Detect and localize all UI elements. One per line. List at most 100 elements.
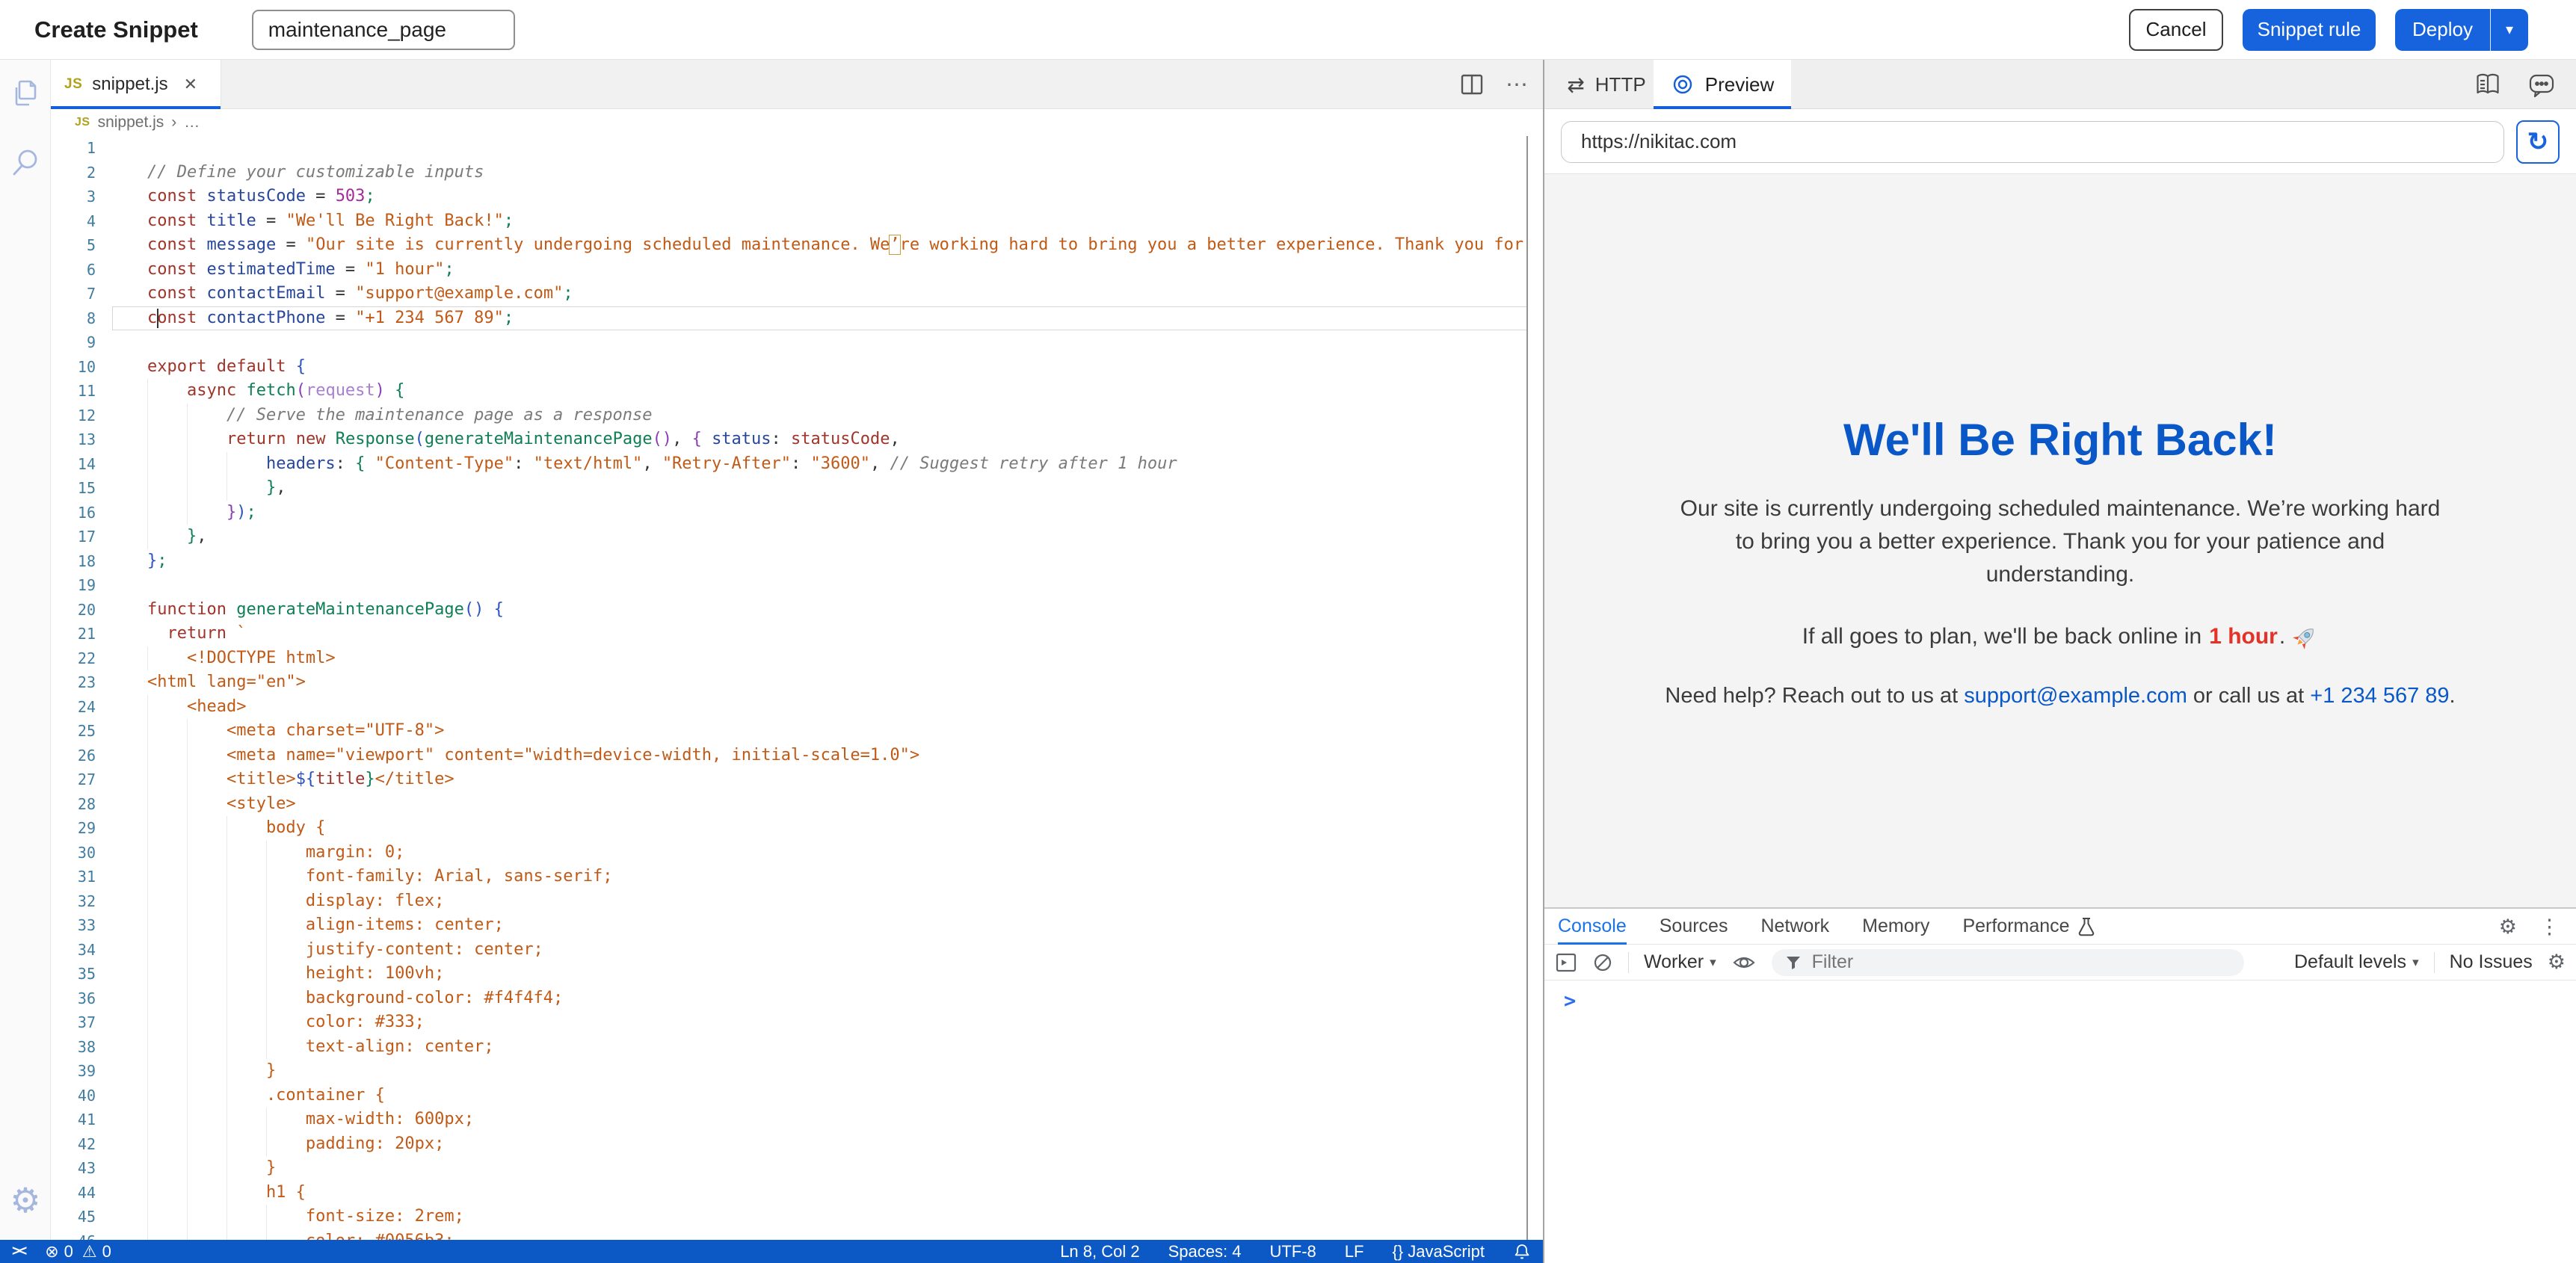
code-text[interactable]: } bbox=[112, 1059, 1528, 1084]
line-number[interactable]: 30 bbox=[51, 841, 112, 865]
line-number[interactable]: 19 bbox=[51, 573, 112, 598]
code-text[interactable]: }); bbox=[112, 501, 1528, 525]
cursor-position[interactable]: Ln 8, Col 2 bbox=[1060, 1242, 1139, 1262]
code-line-8[interactable]: 8const contactPhone = "+1 234 567 89"; bbox=[51, 306, 1528, 331]
code-line-14[interactable]: 14 headers: { "Content-Type": "text/html… bbox=[51, 452, 1528, 477]
code-line-28[interactable]: 28 <style> bbox=[51, 792, 1528, 817]
code-text[interactable]: margin: 0; bbox=[112, 841, 1528, 865]
code-text[interactable] bbox=[112, 136, 1528, 161]
breadcrumb-file[interactable]: snippet.js bbox=[98, 114, 164, 132]
code-text[interactable]: // Define your customizable inputs bbox=[112, 161, 1528, 185]
code-text[interactable]: const contactPhone = "+1 234 567 89"; bbox=[112, 306, 1528, 331]
line-number[interactable]: 43 bbox=[51, 1156, 112, 1181]
code-text[interactable]: .container { bbox=[112, 1084, 1528, 1108]
line-number[interactable]: 44 bbox=[51, 1181, 112, 1205]
code-text[interactable]: <style> bbox=[112, 792, 1528, 817]
line-number[interactable]: 22 bbox=[51, 646, 112, 671]
line-number[interactable]: 18 bbox=[51, 549, 112, 574]
code-line-18[interactable]: 18}; bbox=[51, 549, 1528, 574]
code-text[interactable]: <head> bbox=[112, 695, 1528, 720]
issues-counter[interactable]: No Issues bbox=[2450, 951, 2533, 973]
preview-url-input[interactable] bbox=[1561, 121, 2504, 163]
warnings-indicator[interactable]: ⚠ 0 bbox=[82, 1242, 111, 1262]
code-line-9[interactable]: 9 bbox=[51, 330, 1528, 355]
line-number[interactable]: 10 bbox=[51, 355, 112, 380]
code-line-33[interactable]: 33 align-items: center; bbox=[51, 913, 1528, 938]
code-line-24[interactable]: 24 <head> bbox=[51, 695, 1528, 720]
filter-input[interactable] bbox=[1812, 951, 2171, 973]
code-text[interactable]: max-width: 600px; bbox=[112, 1108, 1528, 1132]
line-number[interactable]: 20 bbox=[51, 598, 112, 623]
discord-chat-icon[interactable] bbox=[2527, 70, 2557, 99]
devtools-tab-network[interactable]: Network bbox=[1760, 909, 1829, 945]
code-text[interactable]: <!DOCTYPE html> bbox=[112, 646, 1528, 671]
tab-preview[interactable]: Preview bbox=[1654, 60, 1791, 109]
line-number[interactable]: 37 bbox=[51, 1010, 112, 1035]
line-number[interactable]: 45 bbox=[51, 1205, 112, 1229]
line-number[interactable]: 41 bbox=[51, 1108, 112, 1132]
breadcrumb[interactable]: JS snippet.js › … bbox=[51, 109, 1543, 136]
code-text[interactable]: const contactEmail = "support@example.co… bbox=[112, 282, 1528, 306]
devtools-tab-performance[interactable]: Performance bbox=[1962, 909, 2095, 945]
code-text[interactable]: // Serve the maintenance page as a respo… bbox=[112, 404, 1528, 428]
code-line-6[interactable]: 6const estimatedTime = "1 hour"; bbox=[51, 258, 1528, 282]
code-line-39[interactable]: 39 } bbox=[51, 1059, 1528, 1084]
kebab-menu-icon[interactable]: ⋮ bbox=[2539, 915, 2560, 939]
line-number[interactable]: 15 bbox=[51, 476, 112, 501]
code-line-19[interactable]: 19 bbox=[51, 573, 1528, 598]
code-text[interactable]: padding: 20px; bbox=[112, 1132, 1528, 1157]
console-output[interactable]: > bbox=[1544, 981, 2576, 1013]
code-text[interactable]: align-items: center; bbox=[112, 913, 1528, 938]
code-text[interactable]: color: #0056b3; bbox=[112, 1229, 1528, 1241]
breadcrumb-more[interactable]: … bbox=[184, 114, 200, 132]
code-text[interactable]: font-size: 2rem; bbox=[112, 1205, 1528, 1229]
devtools-tab-sources[interactable]: Sources bbox=[1660, 909, 1728, 945]
code-line-17[interactable]: 17 }, bbox=[51, 525, 1528, 549]
line-number[interactable]: 24 bbox=[51, 695, 112, 720]
code-line-34[interactable]: 34 justify-content: center; bbox=[51, 938, 1528, 963]
line-number[interactable]: 11 bbox=[51, 379, 112, 404]
line-number[interactable]: 42 bbox=[51, 1132, 112, 1157]
code-text[interactable]: background-color: #f4f4f4; bbox=[112, 986, 1528, 1011]
code-text[interactable]: async fetch(request) { bbox=[112, 379, 1528, 404]
code-line-38[interactable]: 38 text-align: center; bbox=[51, 1035, 1528, 1060]
encoding-setting[interactable]: UTF-8 bbox=[1269, 1242, 1316, 1262]
line-number[interactable]: 3 bbox=[51, 185, 112, 209]
code-line-36[interactable]: 36 background-color: #f4f4f4; bbox=[51, 986, 1528, 1011]
code-text[interactable]: } bbox=[112, 1156, 1528, 1181]
code-line-30[interactable]: 30 margin: 0; bbox=[51, 841, 1528, 865]
code-line-32[interactable]: 32 display: flex; bbox=[51, 889, 1528, 914]
docs-book-icon[interactable] bbox=[2473, 70, 2503, 99]
code-line-26[interactable]: 26 <meta name="viewport" content="width=… bbox=[51, 744, 1528, 768]
line-number[interactable]: 36 bbox=[51, 986, 112, 1011]
code-line-44[interactable]: 44 h1 { bbox=[51, 1181, 1528, 1205]
code-line-13[interactable]: 13 return new Response(generateMaintenan… bbox=[51, 427, 1528, 452]
tab-http[interactable]: ⇄ HTTP bbox=[1562, 60, 1651, 109]
code-line-16[interactable]: 16 }); bbox=[51, 501, 1528, 525]
line-number[interactable]: 6 bbox=[51, 258, 112, 282]
code-text[interactable]: color: #333; bbox=[112, 1010, 1528, 1035]
files-icon[interactable] bbox=[0, 76, 51, 111]
line-number[interactable]: 13 bbox=[51, 427, 112, 452]
code-text[interactable]: return new Response(generateMaintenanceP… bbox=[112, 427, 1528, 452]
language-mode[interactable]: {} JavaScript bbox=[1392, 1242, 1485, 1262]
code-line-12[interactable]: 12 // Serve the maintenance page as a re… bbox=[51, 404, 1528, 428]
line-number[interactable]: 28 bbox=[51, 792, 112, 817]
code-text[interactable]: height: 100vh; bbox=[112, 962, 1528, 986]
code-text[interactable]: headers: { "Content-Type": "text/html", … bbox=[112, 452, 1528, 477]
line-number[interactable]: 9 bbox=[51, 330, 112, 355]
line-number[interactable]: 29 bbox=[51, 816, 112, 841]
code-line-21[interactable]: 21 return ` bbox=[51, 622, 1528, 646]
code-text[interactable]: const statusCode = 503; bbox=[112, 185, 1528, 209]
code-line-3[interactable]: 3const statusCode = 503; bbox=[51, 185, 1528, 209]
devtools-tab-memory[interactable]: Memory bbox=[1862, 909, 1929, 945]
line-number[interactable]: 1 bbox=[51, 136, 112, 161]
code-line-1[interactable]: 1 bbox=[51, 136, 1528, 161]
code-line-5[interactable]: 5const message = "Our site is currently … bbox=[51, 233, 1528, 258]
code-editor[interactable]: 12// Define your customizable inputs3con… bbox=[51, 136, 1528, 1240]
line-number[interactable]: 8 bbox=[51, 306, 112, 331]
console-filter[interactable] bbox=[1772, 949, 2244, 976]
code-line-23[interactable]: 23<html lang="en"> bbox=[51, 670, 1528, 695]
code-text[interactable]: justify-content: center; bbox=[112, 938, 1528, 963]
line-number[interactable]: 17 bbox=[51, 525, 112, 549]
